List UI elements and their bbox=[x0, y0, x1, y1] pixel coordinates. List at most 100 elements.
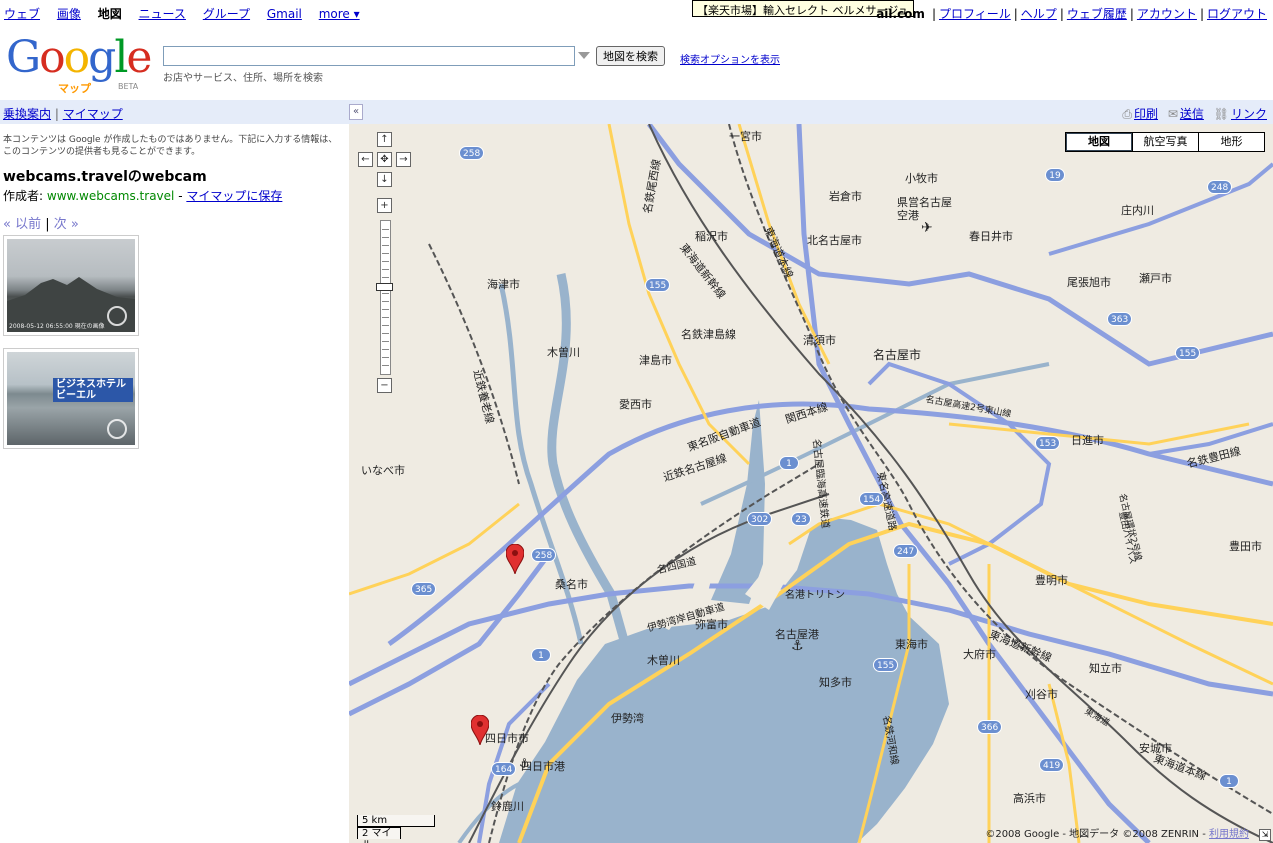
map-copyright: ©2008 Google - 地図データ ©2008 ZENRIN - 利用規約 bbox=[985, 825, 1249, 840]
city-label: 県営名古屋空港 bbox=[897, 196, 952, 222]
line-label: 名港トリトン bbox=[785, 590, 845, 601]
zoom-in-icon[interactable] bbox=[107, 306, 127, 326]
route-shield: 248 bbox=[1207, 180, 1233, 194]
route-shield: 153 bbox=[1035, 436, 1061, 450]
copyright-text: ©2008 Google - 地図データ ©2008 ZENRIN - bbox=[985, 829, 1209, 840]
zoom-slider-handle[interactable] bbox=[376, 283, 393, 291]
my-maps-link[interactable]: マイマップ bbox=[63, 107, 123, 121]
city-label: 高浜市 bbox=[1013, 792, 1046, 805]
webcam-thumbnail-2[interactable]: ビジネスホテル ビーエル bbox=[3, 348, 139, 449]
route-shield: 247 bbox=[893, 544, 919, 558]
thumb-caption: 2008-05-12 06:55:00 現在の画像 bbox=[9, 323, 105, 330]
route-shield: 154 bbox=[859, 492, 885, 506]
logout-link[interactable]: ログアウト bbox=[1207, 7, 1267, 21]
route-shield: 363 bbox=[1107, 312, 1133, 326]
city-label: 庄内川 bbox=[1121, 204, 1154, 217]
account-email: ail.com bbox=[876, 7, 925, 21]
city-label: 名古屋市 bbox=[873, 348, 922, 362]
route-shield: 302 bbox=[747, 512, 773, 526]
terms-link[interactable]: 利用規約 bbox=[1209, 829, 1249, 840]
zoom-slider-track[interactable] bbox=[380, 220, 391, 375]
logo-wordmark: Google bbox=[6, 32, 152, 83]
search-maps-button[interactable]: 地図を検索 bbox=[596, 46, 665, 66]
nav-gmail[interactable]: Gmail bbox=[267, 7, 302, 21]
author-site: www.webcams.travel bbox=[46, 189, 175, 203]
tomei-meishin-expressway bbox=[647, 124, 1273, 367]
route-365 bbox=[349, 502, 520, 596]
search-options-link[interactable]: 検索オプションを表示 bbox=[680, 51, 780, 66]
nav-groups[interactable]: グループ bbox=[203, 7, 250, 21]
search-history-dropdown-icon[interactable] bbox=[578, 52, 590, 59]
scale-km: 5 km bbox=[357, 815, 435, 827]
route-shield: 164 bbox=[491, 762, 517, 776]
line-label: 名鉄津島線 bbox=[681, 328, 736, 341]
pan-center-icon[interactable]: ✥ bbox=[377, 152, 392, 167]
route-shield: 419 bbox=[1039, 758, 1065, 772]
result-author: 作成者: www.webcams.travel - マイマップに保存 bbox=[3, 189, 283, 203]
help-link[interactable]: ヘルプ bbox=[1021, 7, 1057, 21]
zoom-in-icon[interactable] bbox=[107, 419, 127, 439]
webcam-marker-kuwana[interactable] bbox=[506, 544, 524, 574]
city-label: 東海市 bbox=[895, 638, 928, 651]
nav-more[interactable]: more ▾ bbox=[319, 7, 360, 21]
hotel-sign: ビジネスホテル ビーエル bbox=[53, 378, 133, 402]
anchor-icon: ⚓ bbox=[519, 756, 530, 770]
city-label: 知多市 bbox=[819, 676, 852, 689]
map-search-input[interactable] bbox=[163, 46, 575, 66]
city-label: 刈谷市 bbox=[1025, 688, 1058, 701]
city-label: いなべ市 bbox=[361, 464, 405, 477]
city-label: 桑名市 bbox=[555, 578, 588, 591]
resize-corner-icon[interactable]: ⇲ bbox=[1259, 829, 1271, 841]
city-label: 鈴鹿川 bbox=[491, 800, 524, 813]
anchor-icon: ⚓ bbox=[791, 638, 804, 654]
save-to-my-maps-link[interactable]: マイマップに保存 bbox=[186, 189, 282, 203]
web-history-link[interactable]: ウェブ履歴 bbox=[1067, 7, 1127, 21]
profile-link[interactable]: プロフィール bbox=[939, 7, 1011, 21]
google-maps-logo[interactable]: Google マップ BETA bbox=[6, 36, 156, 96]
nav-images[interactable]: 画像 bbox=[57, 7, 81, 21]
city-label: 尾張旭市 bbox=[1067, 276, 1111, 289]
content-notice: 本コンテンツは Google が作成したものではありません。下記に入力する情報は… bbox=[3, 135, 338, 157]
loop-road bbox=[867, 361, 1052, 566]
city-label: 岩倉市 bbox=[829, 190, 862, 203]
east-bridges bbox=[1048, 162, 1273, 256]
airport-icon: ✈ bbox=[921, 220, 933, 236]
route-shield: 155 bbox=[1175, 346, 1201, 360]
city-label: 瀬戸市 bbox=[1139, 272, 1172, 285]
pan-down-arrow-icon[interactable]: ↓ bbox=[377, 172, 392, 187]
webcam-marker-yokkaichi[interactable] bbox=[471, 715, 489, 745]
pan-right-arrow-icon[interactable]: → bbox=[396, 152, 411, 167]
map-type-map-button[interactable]: 地図 bbox=[1066, 133, 1132, 151]
city-label: 木曽川 bbox=[647, 654, 680, 667]
webcam-thumbnail-1[interactable]: 2008-05-12 06:55:00 現在の画像 bbox=[3, 235, 139, 336]
city-label: 一宮市 bbox=[729, 130, 762, 143]
pan-up-arrow-icon[interactable]: ↑ bbox=[377, 132, 392, 147]
link-link[interactable]: リンク bbox=[1231, 107, 1267, 121]
sidebar: 本コンテンツは Google が作成したものではありません。下記に入力する情報は… bbox=[0, 124, 349, 843]
map-type-terrain-button[interactable]: 地形 bbox=[1198, 133, 1264, 151]
send-link[interactable]: 送信 bbox=[1180, 107, 1204, 121]
map-canvas[interactable]: 一宮市 岩倉市 小牧市 県営名古屋空港 稲沢市 北名古屋市 春日井市 庄内川 海… bbox=[349, 124, 1273, 843]
pan-left-arrow-icon[interactable]: ← bbox=[358, 152, 373, 167]
account-link[interactable]: アカウント bbox=[1137, 7, 1197, 21]
city-label: 日進市 bbox=[1071, 434, 1104, 447]
zoom-out-button[interactable]: − bbox=[377, 378, 392, 393]
nav-web[interactable]: ウェブ bbox=[4, 7, 40, 21]
zoom-in-button[interactable]: + bbox=[377, 198, 392, 213]
logo-maps-label: マップ bbox=[58, 82, 91, 95]
city-label: 愛西市 bbox=[619, 398, 652, 411]
chain-link-icon: ⛓ bbox=[1213, 107, 1229, 121]
route-shield: 366 bbox=[977, 720, 1003, 734]
result-pager: « 以前 | 次 » bbox=[3, 217, 79, 232]
transit-link[interactable]: 乗換案内 bbox=[3, 107, 51, 121]
collapse-sidebar-button[interactable]: « bbox=[349, 104, 363, 120]
prev-link[interactable]: « 以前 bbox=[3, 217, 41, 232]
city-label: 豊明市 bbox=[1035, 574, 1068, 587]
map-type-satellite-button[interactable]: 航空写真 bbox=[1132, 133, 1198, 151]
next-link[interactable]: 次 » bbox=[54, 217, 79, 232]
nav-news[interactable]: ニュース bbox=[139, 7, 186, 21]
print-link[interactable]: 印刷 bbox=[1134, 107, 1158, 121]
city-label: 稲沢市 bbox=[695, 230, 728, 243]
city-label: 清須市 bbox=[803, 334, 836, 347]
route-shield: 1 bbox=[779, 456, 799, 470]
